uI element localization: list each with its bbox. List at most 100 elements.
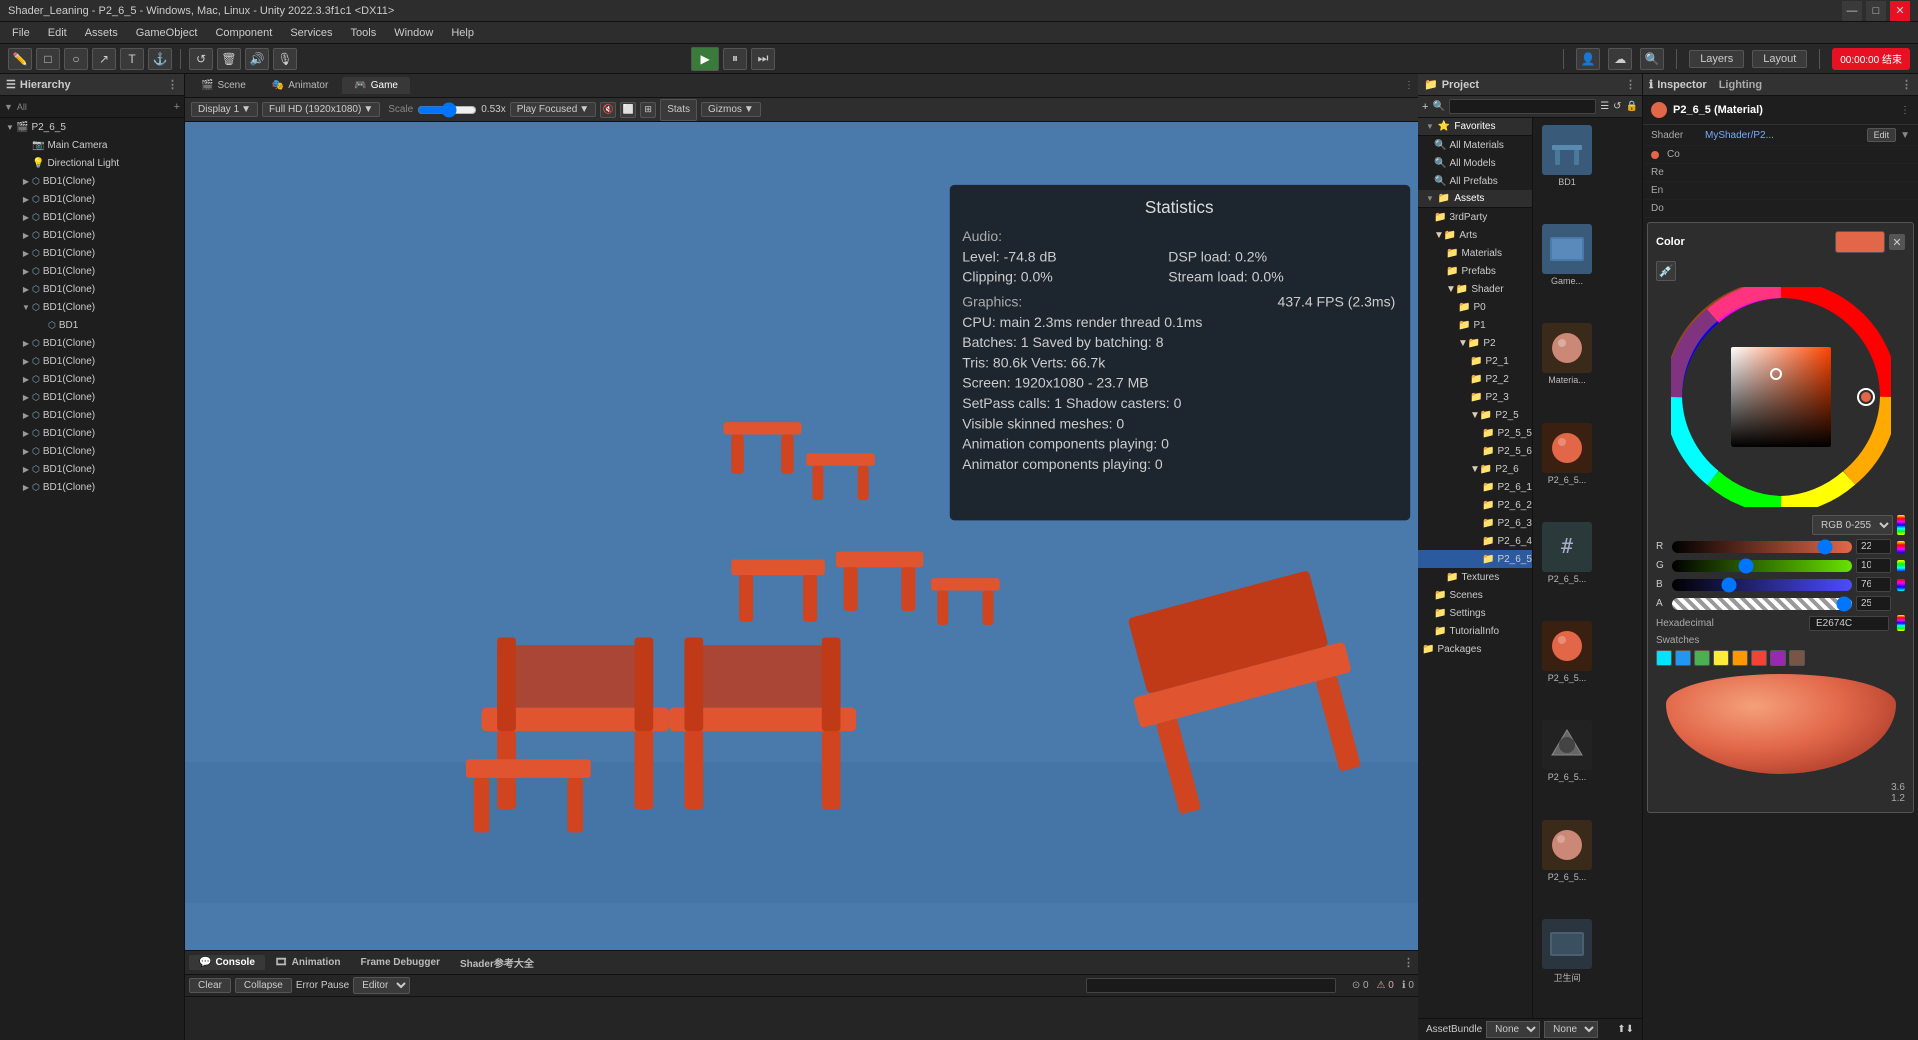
p2-5-6-item[interactable]: 📁 P2_5_6 [1418, 442, 1532, 460]
tree-bd1-12[interactable]: ▶ ⬡ BD1(Clone) [0, 406, 184, 424]
tree-bd1-8[interactable]: ▶ ⬡ BD1(Clone) [0, 334, 184, 352]
assets-header[interactable]: ▼ 📁 Assets [1418, 190, 1532, 208]
tree-bd1-14[interactable]: ▶ ⬡ BD1(Clone) [0, 442, 184, 460]
tool-rect[interactable]: □ [36, 48, 60, 70]
tree-root[interactable]: ▼ 🎬 P2_6_5 [0, 118, 184, 136]
color-picker-close-button[interactable]: ✕ [1889, 234, 1905, 250]
tool-mic[interactable]: 🎙 [273, 48, 297, 70]
view-menu[interactable]: ⋮ [1404, 80, 1414, 91]
tool-undo[interactable]: ↺ [189, 48, 213, 70]
swatch-orange[interactable] [1732, 650, 1748, 666]
materials-item[interactable]: 📁 Materials [1418, 244, 1532, 262]
clear-button[interactable]: Clear [189, 978, 231, 993]
shader-edit-button[interactable]: Edit [1867, 128, 1897, 142]
p2-6-1-item[interactable]: 📁 P2_6_1 [1418, 478, 1532, 496]
lighting-tab[interactable]: Lighting [1719, 79, 1762, 91]
a-value[interactable] [1856, 596, 1891, 611]
hierarchy-add[interactable]: + [174, 101, 180, 113]
asset-p265-2[interactable]: P2_6_5... [1537, 618, 1597, 713]
tree-bd1-9[interactable]: ▶ ⬡ BD1(Clone) [0, 352, 184, 370]
tree-bd1-3[interactable]: ▶ ⬡ BD1(Clone) [0, 208, 184, 226]
p2-6-5-item[interactable]: 📁 P2_6_5 [1418, 550, 1532, 568]
tree-bd1-1[interactable]: ▶ ⬡ BD1(Clone) [0, 172, 184, 190]
shader-value[interactable]: MyShader/P2... [1705, 130, 1863, 141]
swatch-blue[interactable] [1675, 650, 1691, 666]
asset-bundle-select[interactable]: None [1486, 1021, 1540, 1038]
menu-services[interactable]: Services [282, 25, 340, 41]
asset-p265-shader[interactable]: # P2_6_5... [1537, 519, 1597, 614]
asset-p265-1[interactable]: P2_6_5... [1537, 420, 1597, 515]
p2-5-5-item[interactable]: 📁 P2_5_5 [1418, 424, 1532, 442]
inspector-menu[interactable]: ⋮ [1901, 78, 1912, 91]
resolution-dropdown[interactable]: Full HD (1920x1080) ▼ [262, 102, 380, 117]
tree-bd1-exp[interactable]: ▼ ⬡ BD1(Clone) [0, 298, 184, 316]
tree-light[interactable]: 💡 Directional Light [0, 154, 184, 172]
swatch-yellow[interactable] [1713, 650, 1729, 666]
frame-debugger-tab[interactable]: Frame Debugger [351, 955, 450, 970]
animation-tab[interactable]: 🎞 Animation [265, 955, 351, 970]
asset-bundle-variant[interactable]: None [1544, 1021, 1598, 1038]
tree-bd1-child[interactable]: ⬡ BD1 [0, 316, 184, 334]
menu-window[interactable]: Window [386, 25, 441, 41]
close-button[interactable]: ✕ [1890, 1, 1910, 21]
p1-item[interactable]: 📁 P1 [1418, 316, 1532, 334]
cloud-button[interactable]: ☁ [1608, 48, 1632, 70]
tree-bd1-7[interactable]: ▶ ⬡ BD1(Clone) [0, 280, 184, 298]
tutorial-item[interactable]: 📁 TutorialInfo [1418, 622, 1532, 640]
tree-bd1-13[interactable]: ▶ ⬡ BD1(Clone) [0, 424, 184, 442]
all-materials-item[interactable]: 🔍 All Materials [1418, 136, 1532, 154]
settings-item[interactable]: 📁 Settings [1418, 604, 1532, 622]
p0-item[interactable]: 📁 P0 [1418, 298, 1532, 316]
p2-1-item[interactable]: 📁 P2_1 [1418, 352, 1532, 370]
step-button[interactable]: ⏭ [751, 48, 775, 70]
tree-bd1-2[interactable]: ▶ ⬡ BD1(Clone) [0, 190, 184, 208]
menu-tools[interactable]: Tools [343, 25, 385, 41]
console-menu[interactable]: ⋮ [1403, 956, 1414, 969]
asset-weishengjian[interactable]: 卫生间 [1537, 916, 1597, 1014]
all-models-item[interactable]: 🔍 All Models [1418, 154, 1532, 172]
asset-game[interactable]: Game... [1537, 221, 1597, 316]
asset-bundle-icons[interactable]: ⬆⬇ [1617, 1024, 1634, 1035]
color-wheel-container[interactable] [1671, 287, 1891, 507]
tool-anchor[interactable]: ⚓ [148, 48, 172, 70]
p2-2-item[interactable]: 📁 P2_2 [1418, 370, 1532, 388]
tree-bd1-15[interactable]: ▶ ⬡ BD1(Clone) [0, 460, 184, 478]
tool-text[interactable]: T [120, 48, 144, 70]
packages-item[interactable]: 📁 Packages [1418, 640, 1532, 658]
tree-bd1-4[interactable]: ▶ ⬡ BD1(Clone) [0, 226, 184, 244]
console-tab[interactable]: 💬 Console [189, 955, 265, 970]
game-tab[interactable]: 🎮 Game [342, 77, 410, 94]
swatch-purple[interactable] [1770, 650, 1786, 666]
account-button[interactable]: 👤 [1576, 48, 1600, 70]
swatch-cyan[interactable] [1656, 650, 1672, 666]
tree-camera[interactable]: 📷 Main Camera [0, 136, 184, 154]
p2-5-item[interactable]: ▼📁 P2_5 [1418, 406, 1532, 424]
project-lock[interactable]: 🔒 [1626, 101, 1638, 112]
record-button[interactable]: 00:00:00 结束 [1832, 48, 1910, 70]
project-search-input[interactable] [1449, 99, 1596, 114]
textures-item[interactable]: 📁 Textures [1418, 568, 1532, 586]
r-slider[interactable] [1672, 541, 1852, 553]
menu-file[interactable]: File [4, 25, 38, 41]
tool-line[interactable]: ↗ [92, 48, 116, 70]
tree-bd1-10[interactable]: ▶ ⬡ BD1(Clone) [0, 370, 184, 388]
menu-gameobject[interactable]: GameObject [128, 25, 206, 41]
project-menu[interactable]: ⋮ [1625, 78, 1636, 91]
p2-6-item[interactable]: ▼📁 P2_6 [1418, 460, 1532, 478]
tree-bd1-11[interactable]: ▶ ⬡ BD1(Clone) [0, 388, 184, 406]
scale-slider[interactable] [417, 102, 477, 118]
tool-volume[interactable]: 🔊 [245, 48, 269, 70]
play-button[interactable]: ▶ [691, 47, 719, 71]
collapse-button[interactable]: Collapse [235, 978, 292, 993]
thirdparty-item[interactable]: 📁 3rdParty [1418, 208, 1532, 226]
swatch-green[interactable] [1694, 650, 1710, 666]
hex-input[interactable] [1809, 616, 1889, 631]
display-dropdown[interactable]: Display 1 ▼ [191, 102, 258, 117]
g-value[interactable] [1856, 558, 1891, 573]
shader-ref-tab[interactable]: Shader参考大全 [450, 953, 544, 972]
gizmos-dropdown[interactable]: Gizmos ▼ [701, 102, 761, 117]
pause-button[interactable]: ⏸ [723, 48, 747, 70]
asset-mat3[interactable]: P2_6_5... [1537, 817, 1597, 912]
asset-material[interactable]: Materia... [1537, 320, 1597, 415]
grid-button[interactable]: ⊞ [640, 102, 656, 118]
